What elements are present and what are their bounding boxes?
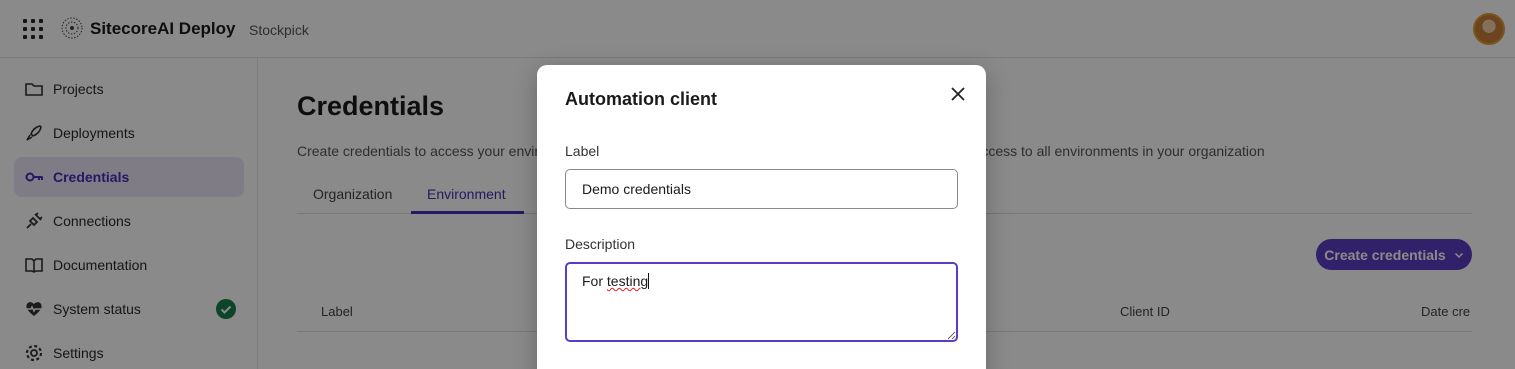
dialog-title: Automation client [565, 89, 717, 109]
close-icon[interactable] [947, 83, 969, 105]
description-text-prefix: For [582, 273, 607, 289]
label-input[interactable] [565, 169, 958, 209]
misspelled-word: testing [606, 273, 649, 289]
description-field-label: Description [565, 236, 636, 252]
automation-client-dialog: Automation client Label Description For … [537, 65, 986, 369]
text-caret [648, 273, 650, 289]
resize-grip-icon[interactable] [947, 331, 956, 340]
description-text: For testing [582, 273, 650, 289]
label-field-label: Label [565, 143, 600, 159]
